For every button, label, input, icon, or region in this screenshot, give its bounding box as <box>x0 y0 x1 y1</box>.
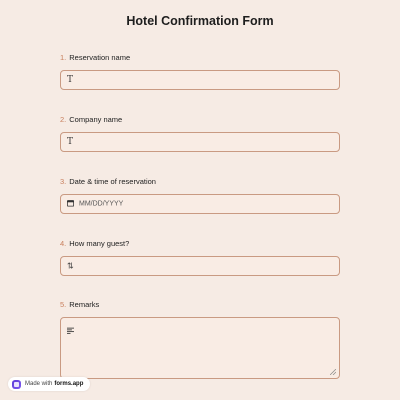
date-input[interactable]: MM/DD/YYYY <box>60 194 340 214</box>
question-reservation-name: 1. Reservation name T <box>60 52 340 90</box>
question-text: Company name <box>69 115 123 124</box>
company-name-input[interactable]: T <box>60 132 340 152</box>
page-title: Hotel Confirmation Form <box>126 14 274 28</box>
guest-count-input[interactable]: ⇅ <box>60 256 340 276</box>
made-with-text: Made with <box>25 381 53 387</box>
question-number: 1. <box>60 53 67 62</box>
text-icon: T <box>67 137 74 147</box>
sort-number-icon: ⇅ <box>67 261 74 271</box>
question-number: 5. <box>60 300 67 309</box>
question-text: Date & time of reservation <box>69 177 156 186</box>
calendar-icon <box>66 200 75 209</box>
list-lines-icon <box>67 327 74 336</box>
question-label: 3. Date & time of reservation <box>60 176 340 188</box>
question-text: How many guest? <box>69 239 130 248</box>
question-label: 2. Company name <box>60 114 340 126</box>
question-label: 1. Reservation name <box>60 52 340 64</box>
remarks-textarea[interactable] <box>60 317 340 379</box>
text-icon: T <box>67 75 74 85</box>
reservation-name-input[interactable]: T <box>60 70 340 90</box>
question-date-time: 3. Date & time of reservation MM/DD/YYYY <box>60 176 340 214</box>
brand-name: forms.app <box>54 381 84 387</box>
question-remarks: 5. Remarks <box>60 299 340 379</box>
resize-handle-icon[interactable] <box>330 369 336 375</box>
question-company-name: 2. Company name T <box>60 114 340 152</box>
date-placeholder: MM/DD/YYYY <box>79 200 124 208</box>
question-number: 2. <box>60 115 67 124</box>
question-guest-count: 4. How many guest? ⇅ <box>60 238 340 276</box>
question-number: 3. <box>60 177 67 186</box>
question-label: 4. How many guest? <box>60 238 340 250</box>
question-text: Remarks <box>69 300 100 309</box>
question-label: 5. Remarks <box>60 299 340 311</box>
made-with-badge[interactable]: Made with forms.app <box>8 377 91 391</box>
question-number: 4. <box>60 239 67 248</box>
forms-app-logo-icon <box>12 379 21 389</box>
question-text: Reservation name <box>69 53 131 62</box>
